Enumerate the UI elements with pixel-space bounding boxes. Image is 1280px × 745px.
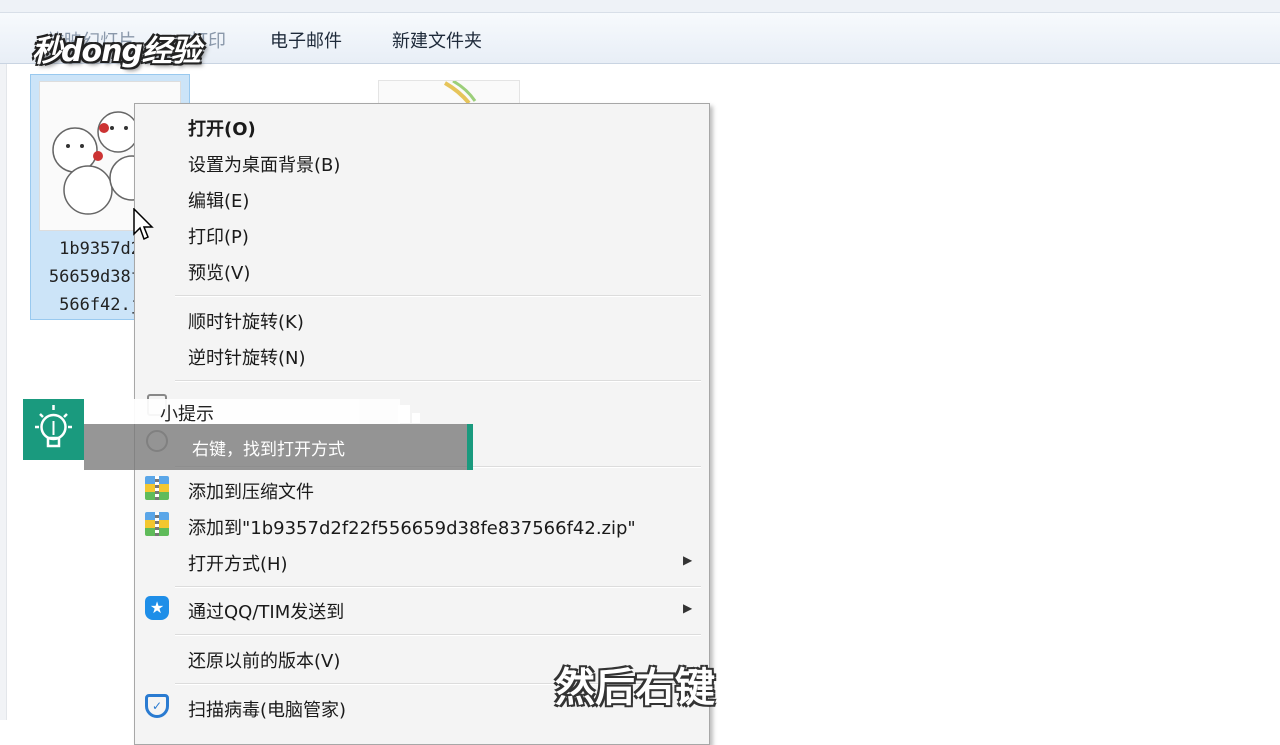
menu-separator bbox=[175, 634, 701, 636]
menu-item-edit[interactable]: 编辑(E) bbox=[135, 181, 705, 215]
qq-icon: ★ bbox=[145, 596, 169, 620]
tip-body: 右键，找到打开方式 bbox=[84, 424, 468, 470]
menu-separator bbox=[175, 586, 701, 588]
menu-separator bbox=[175, 295, 701, 297]
tip-decoration bbox=[398, 405, 420, 423]
second-file-thumbnail[interactable] bbox=[378, 79, 520, 105]
email-button[interactable]: 电子邮件 bbox=[264, 25, 348, 55]
menu-item-open[interactable]: 打开(O) bbox=[135, 109, 705, 143]
menu-separator bbox=[175, 380, 701, 382]
menu-item-print[interactable]: 打印(P) bbox=[135, 217, 705, 251]
file-name: 1b9357d2 56659d38f 566f42.j bbox=[48, 239, 141, 315]
submenu-arrow-icon: ▶ bbox=[683, 553, 693, 567]
new-folder-button[interactable]: 新建文件夹 bbox=[386, 25, 488, 55]
address-bar-strip bbox=[0, 0, 1280, 13]
watermark-logo: 秒dong经验 bbox=[32, 34, 201, 69]
menu-item-open-with[interactable]: 打开方式(H) ▶ bbox=[135, 544, 705, 578]
mouse-cursor-icon bbox=[133, 208, 154, 241]
menu-item-rotate-clockwise[interactable]: 顺时针旋转(K) bbox=[135, 302, 705, 336]
lightbulb-icon bbox=[35, 405, 72, 448]
tip-accent-bar bbox=[467, 424, 473, 470]
video-subtitle: 然后右键 bbox=[555, 665, 715, 711]
navigation-pane-edge bbox=[0, 64, 7, 720]
zip-icon bbox=[145, 476, 169, 500]
menu-item-add-to-archive[interactable]: 添加到压缩文件 bbox=[135, 472, 705, 506]
tip-lightbulb-box bbox=[23, 399, 84, 460]
menu-item-preview[interactable]: 预览(V) bbox=[135, 253, 705, 287]
zip-icon bbox=[145, 512, 169, 536]
tip-title: 小提示 bbox=[84, 399, 400, 425]
menu-item-add-to-named-zip[interactable]: 添加到"1b9357d2f22f556659d38fe837566f42.zip… bbox=[135, 508, 705, 542]
menu-item-rotate-counterclockwise[interactable]: 逆时针旋转(N) bbox=[135, 338, 705, 372]
menu-item-set-desktop-background[interactable]: 设置为桌面背景(B) bbox=[135, 145, 705, 179]
shield-icon: ✓ bbox=[145, 694, 169, 718]
menu-item-send-via-qq[interactable]: ★ 通过QQ/TIM发送到 ▶ bbox=[135, 592, 705, 626]
submenu-arrow-icon: ▶ bbox=[683, 601, 693, 615]
